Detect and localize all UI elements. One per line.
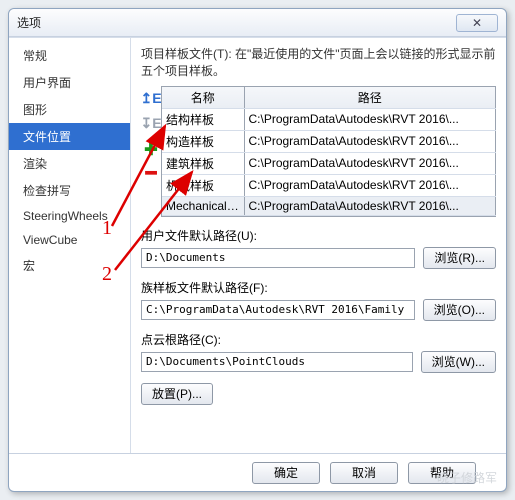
help-button[interactable]: 帮助	[408, 462, 476, 484]
close-button[interactable]: ✕	[456, 14, 498, 32]
titlebar-title: 选项	[17, 14, 456, 31]
browse-button[interactable]: 浏览(R)...	[423, 247, 496, 269]
sidebar-item-graphics[interactable]: 图形	[9, 96, 130, 123]
place-row: 放置(P)...	[141, 383, 496, 405]
family-templates-input[interactable]	[141, 300, 415, 320]
main-panel: 项目样板文件(T): 在"最近使用的文件"页面上会以链接的形式显示前五个项目样板…	[131, 38, 506, 453]
col-path[interactable]: 路径	[244, 87, 496, 109]
field-label: 族样板文件默认路径(F):	[141, 279, 496, 296]
col-name[interactable]: 名称	[162, 87, 244, 109]
cancel-button[interactable]: 取消	[330, 462, 398, 484]
sidebar: 常规 用户界面 图形 文件位置 渲染 检查拼写 SteeringWheels V…	[9, 38, 131, 453]
add-button[interactable]: ✚	[144, 140, 157, 160]
sidebar-item-render[interactable]: 渲染	[9, 150, 130, 177]
dialog-footer: 确定 取消 帮助	[9, 453, 506, 491]
sidebar-item-spellcheck[interactable]: 检查拼写	[9, 177, 130, 204]
user-files-input[interactable]	[141, 248, 415, 268]
table-row[interactable]: 构造样板C:\ProgramData\Autodesk\RVT 2016\...	[162, 130, 496, 152]
field-label: 用户文件默认路径(U):	[141, 227, 496, 244]
place-button[interactable]: 放置(P)...	[141, 383, 213, 405]
field-user-files: 用户文件默认路径(U): 浏览(R)...	[141, 227, 496, 269]
sidebar-item-ui[interactable]: 用户界面	[9, 69, 130, 96]
move-up-button[interactable]: ↥E	[140, 90, 161, 107]
table-row[interactable]: Mechanical-Def...C:\ProgramData\Autodesk…	[162, 196, 496, 215]
sidebar-item-viewcube[interactable]: ViewCube	[9, 228, 130, 252]
point-cloud-input[interactable]	[141, 352, 413, 372]
field-family-templates: 族样板文件默认路径(F): 浏览(O)...	[141, 279, 496, 321]
titlebar: 选项 ✕	[9, 9, 506, 37]
close-icon: ✕	[472, 16, 482, 30]
sidebar-item-file-locations[interactable]: 文件位置	[9, 123, 130, 150]
field-point-cloud: 点云根路径(C): 浏览(W)...	[141, 331, 496, 373]
browse-button[interactable]: 浏览(W)...	[421, 351, 496, 373]
sidebar-item-macros[interactable]: 宏	[9, 252, 130, 279]
template-area: ↥E ↧E ✚ ━ 名称 路径 结构样板C:\ProgramData\Autod…	[141, 86, 496, 217]
section-description: 项目样板文件(T): 在"最近使用的文件"页面上会以链接的形式显示前五个项目样板…	[141, 46, 496, 80]
sidebar-item-general[interactable]: 常规	[9, 42, 130, 69]
table-row[interactable]: 建筑样板C:\ProgramData\Autodesk\RVT 2016\...	[162, 152, 496, 174]
move-down-button[interactable]: ↧E	[140, 115, 161, 132]
browse-button[interactable]: 浏览(O)...	[423, 299, 496, 321]
table-row[interactable]: 机械样板C:\ProgramData\Autodesk\RVT 2016\...	[162, 174, 496, 196]
field-label: 点云根路径(C):	[141, 331, 496, 348]
ok-button[interactable]: 确定	[252, 462, 320, 484]
remove-button[interactable]: ━	[146, 168, 157, 178]
list-toolbuttons: ↥E ↧E ✚ ━	[141, 86, 161, 217]
sidebar-item-steeringwheels[interactable]: SteeringWheels	[9, 204, 130, 228]
options-dialog: 选项 ✕ 常规 用户界面 图形 文件位置 渲染 检查拼写 SteeringWhe…	[8, 8, 507, 492]
dialog-body: 常规 用户界面 图形 文件位置 渲染 检查拼写 SteeringWheels V…	[9, 37, 506, 453]
table-row[interactable]: 结构样板C:\ProgramData\Autodesk\RVT 2016\...	[162, 108, 496, 130]
template-table[interactable]: 名称 路径 结构样板C:\ProgramData\Autodesk\RVT 20…	[161, 86, 496, 217]
